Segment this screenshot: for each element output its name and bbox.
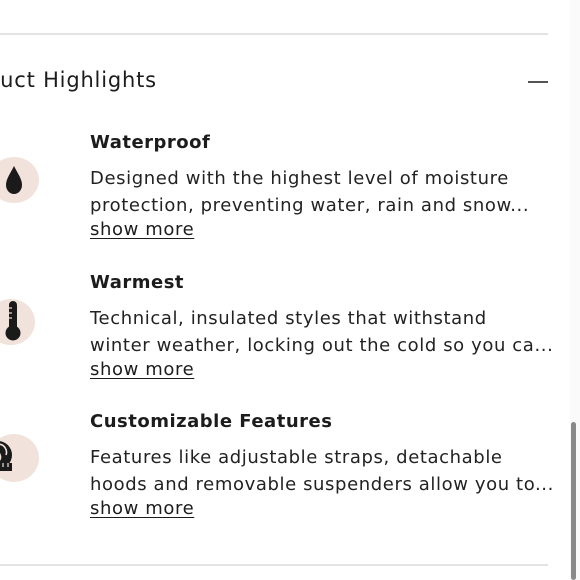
show-more-link[interactable]: show more — [90, 498, 194, 519]
section-title[interactable]: duct Highlights — [0, 68, 157, 92]
feature-description: Designed with the highest level of moist… — [90, 165, 545, 219]
minus-icon — [528, 81, 548, 83]
feature-description-line: Designed with the highest level of moist… — [90, 168, 509, 189]
collapse-toggle-button[interactable] — [526, 70, 550, 94]
feature-description-line: protection, preventing water, rain and s… — [90, 195, 530, 216]
section-divider-top — [0, 33, 548, 35]
feature-description-line: Technical, insulated styles that withsta… — [90, 308, 487, 329]
feature-description-line: hoods and removable suspenders allow you… — [90, 474, 554, 495]
water-drop-icon — [0, 156, 40, 204]
show-more-link[interactable]: show more — [90, 219, 194, 240]
feature-title: Waterproof — [90, 132, 211, 153]
feature-description-line: Features like adjustable straps, detacha… — [90, 447, 503, 468]
feature-title: Customizable Features — [90, 411, 333, 432]
feature-description-line: winter weather, locking out the cold so … — [90, 335, 554, 356]
feature-title: Warmest — [90, 272, 185, 293]
feature-description: Technical, insulated styles that withsta… — [90, 305, 554, 359]
measuring-tape-icon — [0, 433, 40, 482]
show-more-link[interactable]: show more — [90, 359, 194, 380]
scrollbar-thumb[interactable] — [571, 422, 576, 580]
thermometer-icon — [0, 296, 40, 345]
section-divider-bottom — [0, 564, 548, 566]
feature-description: Features like adjustable straps, detacha… — [90, 444, 554, 498]
